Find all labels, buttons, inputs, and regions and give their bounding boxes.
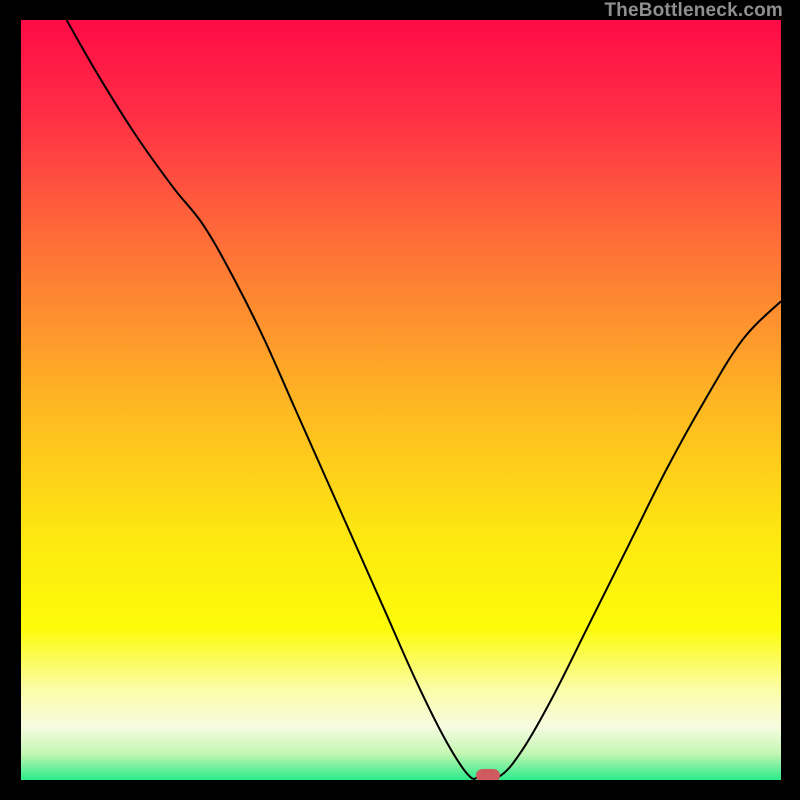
bottleneck-curve (21, 20, 781, 780)
watermark-text: TheBottleneck.com (604, 0, 783, 22)
chart-frame: TheBottleneck.com (0, 0, 800, 800)
optimal-point-marker (476, 769, 500, 780)
plot-area (21, 20, 781, 780)
